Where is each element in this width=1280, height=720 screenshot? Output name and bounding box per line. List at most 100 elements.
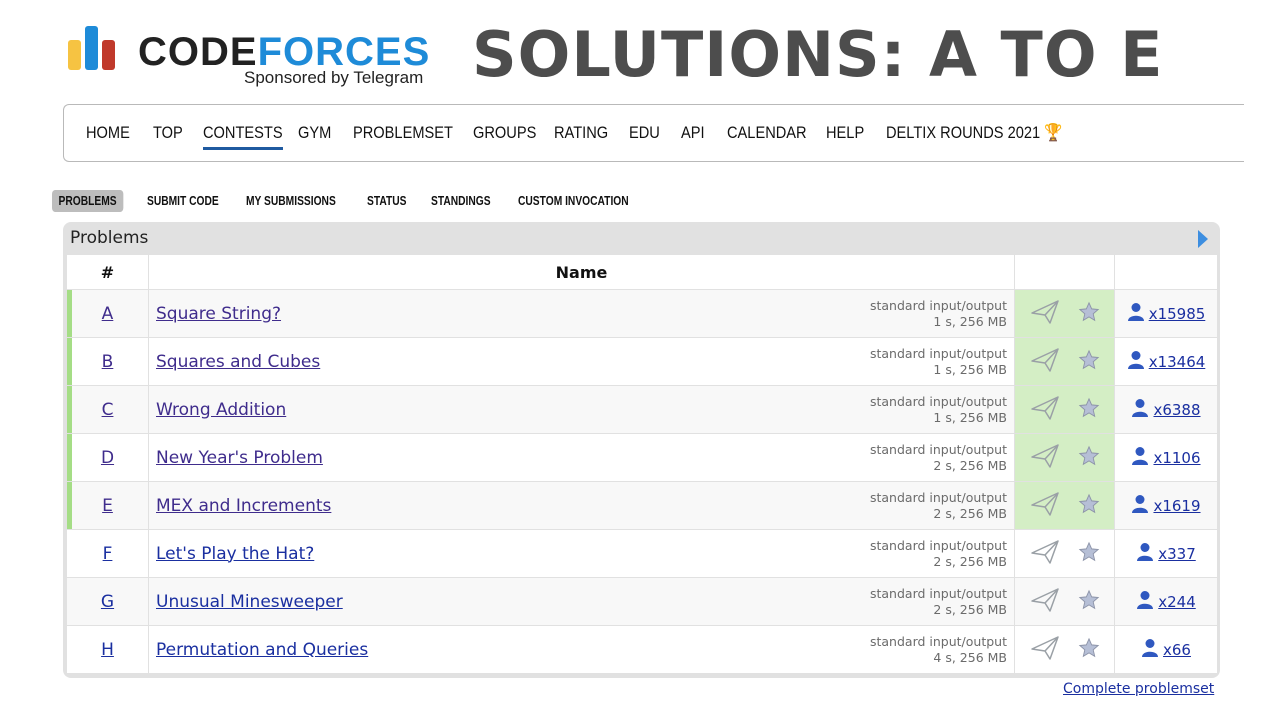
menu-problems[interactable]: PROBLEMS — [52, 190, 124, 212]
nav-help[interactable]: HELP — [826, 123, 864, 143]
problem-name-link[interactable]: Let's Play the Hat? — [156, 544, 314, 564]
nav-top[interactable]: TOP — [153, 123, 183, 143]
nav-calendar[interactable]: CALENDAR — [727, 123, 807, 143]
nav-contests[interactable]: CONTESTS — [203, 123, 283, 150]
solved-count: x337 — [1158, 544, 1196, 563]
solved-count-link[interactable]: x66 — [1141, 638, 1191, 662]
solved-count-link[interactable]: x15985 — [1127, 302, 1206, 326]
submit-send-icon[interactable] — [1030, 491, 1060, 521]
favorite-star-icon[interactable] — [1078, 349, 1100, 375]
solved-count: x244 — [1158, 592, 1196, 611]
favorite-star-icon[interactable] — [1078, 397, 1100, 423]
problem-name-link[interactable]: New Year's Problem — [156, 448, 323, 468]
submit-send-icon[interactable] — [1030, 347, 1060, 377]
favorite-star-icon[interactable] — [1078, 493, 1100, 519]
solved-count: x1106 — [1153, 448, 1201, 467]
solved-count: x1619 — [1153, 496, 1201, 515]
favorite-star-icon[interactable] — [1078, 445, 1100, 471]
io-type: standard input/output — [869, 394, 1007, 409]
problem-name-link[interactable]: MEX and Increments — [156, 496, 331, 516]
problem-index-link[interactable]: D — [101, 448, 114, 468]
menu-custom-invocation[interactable]: CUSTOM INVOCATION — [518, 190, 629, 212]
problem-name-link[interactable]: Unusual Minesweeper — [156, 592, 343, 612]
submit-send-icon[interactable] — [1030, 443, 1060, 473]
time-memory-limit: 2 s, 256 MB — [933, 506, 1007, 521]
solved-count-link[interactable]: x244 — [1136, 590, 1196, 614]
problem-index-link[interactable]: C — [102, 400, 114, 420]
io-type: standard input/output — [869, 490, 1007, 505]
favorite-star-icon[interactable] — [1078, 637, 1100, 663]
menu-standings[interactable]: STANDINGS — [431, 190, 491, 212]
solved-count-cell: x244 — [1114, 577, 1218, 626]
solved-count-link[interactable]: x6388 — [1131, 398, 1201, 422]
time-memory-limit: 2 s, 256 MB — [933, 602, 1007, 617]
solved-count-link[interactable]: x1619 — [1131, 494, 1201, 518]
io-type: standard input/output — [869, 586, 1007, 601]
submit-send-icon[interactable] — [1030, 395, 1060, 425]
nav-edu[interactable]: EDU — [629, 123, 660, 143]
problem-index-link[interactable]: H — [101, 640, 114, 660]
time-memory-limit: 2 s, 256 MB — [933, 554, 1007, 569]
problem-index-link[interactable]: G — [101, 592, 114, 612]
column-header-solved — [1114, 254, 1218, 290]
submit-send-icon[interactable] — [1030, 539, 1060, 569]
nav-groups[interactable]: GROUPS — [473, 123, 536, 143]
solved-count: x6388 — [1153, 400, 1201, 419]
column-header-actions — [1014, 254, 1115, 290]
favorite-star-icon[interactable] — [1078, 589, 1100, 615]
solved-count-link[interactable]: x337 — [1136, 542, 1196, 566]
nav-gym[interactable]: GYM — [298, 123, 331, 143]
complete-problemset-link[interactable]: Complete problemset — [1063, 681, 1214, 697]
problem-name-link[interactable]: Wrong Addition — [156, 400, 286, 420]
solved-count-cell: x6388 — [1114, 385, 1218, 434]
problem-actions-cell — [1014, 577, 1115, 626]
problem-name-cell: Square String? standard input/output 1 s, … — [148, 289, 1015, 338]
submit-send-icon[interactable] — [1030, 635, 1060, 665]
nav-home[interactable]: HOME — [86, 123, 130, 143]
problem-index-link[interactable]: A — [102, 304, 114, 324]
solved-count-link[interactable]: x13464 — [1127, 350, 1206, 374]
menu-status[interactable]: STATUS — [367, 190, 406, 212]
problem-actions-cell — [1014, 433, 1115, 482]
table-row: F Let's Play the Hat? standard input/outpu… — [66, 529, 1218, 578]
user-icon — [1141, 638, 1159, 662]
solved-count-cell: x1619 — [1114, 481, 1218, 530]
sponsor-text: Sponsored by Telegram — [244, 68, 424, 87]
user-icon — [1127, 350, 1145, 374]
user-icon — [1127, 302, 1145, 326]
nav-rating[interactable]: RATING — [554, 123, 608, 143]
problem-index-cell: A — [66, 289, 149, 338]
problem-name-link[interactable]: Squares and Cubes — [156, 352, 320, 372]
problem-name-link[interactable]: Permutation and Queries — [156, 640, 368, 660]
solved-count-cell: x66 — [1114, 625, 1218, 674]
problem-name-link[interactable]: Square String? — [156, 304, 281, 324]
problem-name-cell: Permutation and Queries standard input/ou… — [148, 625, 1015, 674]
problem-limits: standard input/output 1 s, 256 MB — [870, 346, 1007, 378]
expand-arrow-icon[interactable] — [1198, 230, 1208, 248]
problem-index-link[interactable]: E — [102, 496, 113, 516]
problem-index-link[interactable]: B — [102, 352, 114, 372]
problem-name-cell: New Year's Problem standard input/output 2… — [148, 433, 1015, 482]
nav-api[interactable]: API — [681, 123, 705, 143]
table-row: C Wrong Addition standard input/output 1 s,… — [66, 385, 1218, 434]
submit-send-icon[interactable] — [1030, 299, 1060, 329]
problem-limits: standard input/output 1 s, 256 MB — [870, 394, 1007, 426]
submit-send-icon[interactable] — [1030, 587, 1060, 617]
problem-actions-cell — [1014, 385, 1115, 434]
user-icon — [1136, 590, 1154, 614]
solved-count: x13464 — [1148, 352, 1206, 371]
table-row: B Squares and Cubes standard input/output 1… — [66, 337, 1218, 386]
user-icon — [1131, 446, 1149, 470]
problem-index-link[interactable]: F — [103, 544, 113, 564]
nav-deltix-label: DELTIX ROUNDS 2021 — [886, 123, 1041, 142]
menu-submit-code[interactable]: SUBMIT CODE — [147, 190, 219, 212]
codeforces-logo[interactable]: CODEFORCES Sponsored by Telegram — [68, 26, 448, 92]
nav-deltix-rounds[interactable]: DELTIX ROUNDS 2021 🏆 — [886, 123, 1062, 143]
problems-panel: Problems # Name A Square String? standard … — [63, 222, 1220, 678]
solved-count-link[interactable]: x1106 — [1131, 446, 1201, 470]
solved-count: x15985 — [1148, 304, 1206, 323]
favorite-star-icon[interactable] — [1078, 301, 1100, 327]
nav-problemset[interactable]: PROBLEMSET — [353, 123, 453, 143]
favorite-star-icon[interactable] — [1078, 541, 1100, 567]
menu-my-submissions[interactable]: MY SUBMISSIONS — [246, 190, 336, 212]
